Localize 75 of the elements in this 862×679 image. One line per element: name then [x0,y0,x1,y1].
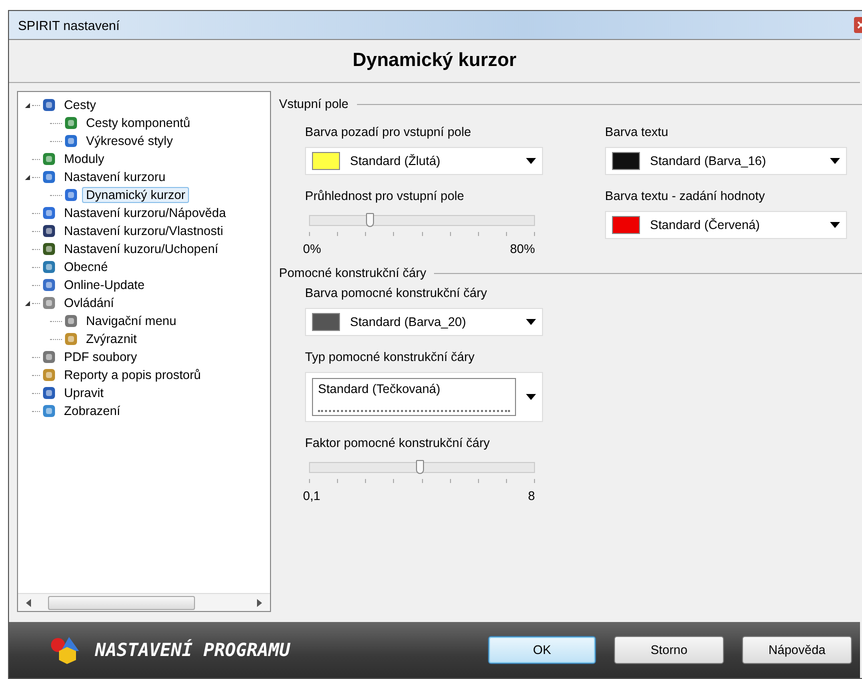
tree-item[interactable]: Cesty komponentů [82,115,194,131]
item-icon [41,277,57,293]
item-icon [41,385,57,401]
section-title: Vstupní pole [279,97,348,111]
caret-icon [526,394,536,400]
caret-icon [526,319,536,325]
item-icon [41,97,57,113]
tree-item[interactable]: Zvýraznit [82,331,141,347]
scroll-left-icon[interactable] [26,598,32,606]
item-icon [41,205,57,221]
tree-item[interactable]: Cesty [60,97,100,113]
window-title: SPIRIT nastavení [18,18,120,32]
tree-item[interactable]: Reporty a popis prostorů [60,367,205,383]
tree-item[interactable]: Dynamický kurzor [82,187,190,203]
item-icon [63,331,79,347]
footer-banner-text: NASTAVENÍ PROGRAMU [95,640,290,660]
field-label: Průhlednost pro vstupní pole [305,189,466,203]
field-label: Barva textu [605,125,670,139]
item-icon [41,223,57,239]
color-dropdown[interactable]: Standard (Barva_16) [605,147,847,175]
item-icon [63,133,79,149]
section-title: Pomocné konstrukční čáry [279,266,426,280]
slider-track[interactable] [309,462,535,473]
item-icon [63,115,79,131]
item-icon [63,313,79,329]
dialog-button[interactable]: Nápověda [742,636,852,664]
tree-item[interactable]: PDF soubory [60,349,141,365]
item-icon [41,367,57,383]
tree-item[interactable]: Nastavení kuzoru/Uchopení [60,241,222,257]
item-icon [41,241,57,257]
color-dropdown[interactable]: Standard (Barva_20) [305,308,543,336]
item-icon [41,403,57,419]
tree-item[interactable]: Moduly [60,151,108,167]
tree-item[interactable]: Nastavení kurzoru/Vlastnosti [60,223,228,239]
item-icon [41,151,57,167]
item-icon [41,169,57,185]
dialog-button[interactable]: Storno [614,636,724,664]
line-type-dropdown[interactable]: Standard (Tečkovaná) [305,372,543,422]
horizontal-scrollbar[interactable] [18,593,270,611]
item-icon [41,295,57,311]
page-title: Dynamický kurzor [352,50,516,72]
slider-track[interactable] [309,215,535,226]
field-label: Faktor pomocné konstrukční čáry [305,436,491,450]
tree-item[interactable]: Nastavení kurzoru/Nápověda [60,205,230,221]
tree-item[interactable]: Zobrazení [60,403,124,419]
item-icon [41,259,57,275]
slider-thumb[interactable] [366,213,374,227]
slider-thumb[interactable] [416,460,424,474]
scroll-right-icon[interactable] [256,598,262,606]
slider-min-label: 0,1 [303,489,320,503]
expand-arrow-icon[interactable] [24,102,30,108]
color-dropdown[interactable]: Standard (Žlutá) [305,147,543,175]
slider-max-label: 80% [510,242,535,256]
tree-item[interactable]: Upravit [60,385,108,401]
slider-max-label: 8 [528,489,535,503]
caret-icon [526,158,536,164]
field-label: Barva pozadí pro vstupní pole [305,125,472,139]
tree-item[interactable]: Nastavení kurzoru [60,169,170,185]
item-icon [41,349,57,365]
field-label: Typ pomocné konstrukční čáry [305,350,476,364]
item-icon [63,187,79,203]
caret-icon [830,222,840,228]
color-dropdown[interactable]: Standard (Červená) [605,211,847,239]
caret-icon [830,158,840,164]
expand-arrow-icon[interactable] [24,174,30,180]
expand-arrow-icon[interactable] [24,300,30,306]
tree-item[interactable]: Výkresové styly [82,133,177,149]
tree-item[interactable]: Ovládání [60,295,118,311]
tree-item[interactable]: Obecné [60,259,112,275]
slider-min-label: 0% [303,242,322,256]
tree-item[interactable]: Navigační menu [82,313,180,329]
field-label: Barva textu - zadání hodnoty [605,189,766,203]
tree-item[interactable]: Online-Update [60,277,149,293]
field-label: Barva pomocné konstrukční čáry [305,286,488,300]
dialog-button[interactable]: OK [488,636,596,664]
